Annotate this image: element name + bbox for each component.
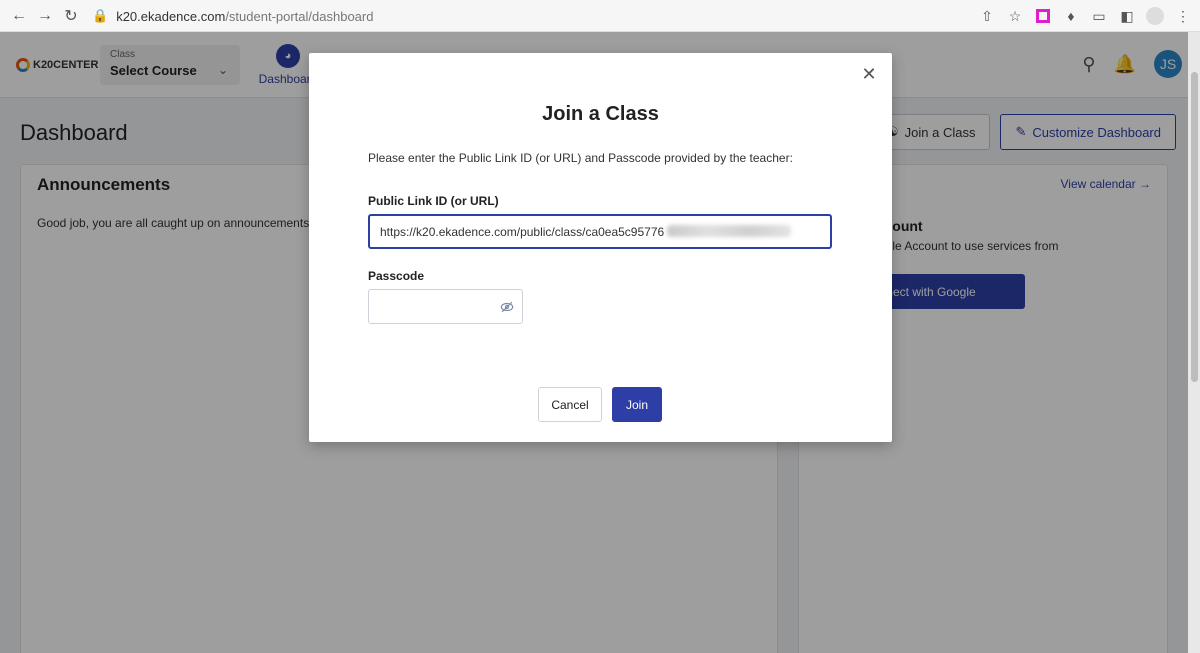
close-icon[interactable]: ✕ bbox=[858, 63, 880, 85]
kebab-menu-icon[interactable]: ⋮ bbox=[1174, 7, 1192, 25]
eye-slash-icon[interactable] bbox=[500, 300, 514, 314]
url-host: k20.ekadence.com bbox=[116, 8, 226, 24]
scrollbar-thumb[interactable] bbox=[1191, 72, 1198, 382]
modal-instructions: Please enter the Public Link ID (or URL)… bbox=[368, 151, 793, 165]
star-icon[interactable]: ☆ bbox=[1006, 7, 1024, 25]
url-path: /student-portal/dashboard bbox=[225, 8, 374, 24]
join-class-modal: ✕ Join a Class Please enter the Public L… bbox=[309, 53, 892, 442]
share-icon[interactable]: ⇧ bbox=[978, 7, 996, 25]
sidebar-icon[interactable]: ◧ bbox=[1118, 7, 1136, 25]
redacted-text-blur bbox=[667, 225, 791, 237]
cancel-button[interactable]: Cancel bbox=[538, 387, 602, 422]
lock-icon: 🔒 bbox=[92, 8, 109, 23]
reload-icon[interactable]: ↻ bbox=[58, 3, 84, 29]
address-bar[interactable]: 🔒 k20.ekadence.com/student-portal/dashbo… bbox=[92, 4, 373, 28]
browser-toolbar: ← → ↻ 🔒 k20.ekadence.com/student-portal/… bbox=[0, 0, 1200, 32]
join-button[interactable]: Join bbox=[612, 387, 662, 422]
puzzle-icon[interactable]: ♦ bbox=[1062, 7, 1080, 25]
back-arrow-icon[interactable]: ← bbox=[6, 3, 32, 29]
cast-icon[interactable]: ▭ bbox=[1090, 7, 1108, 25]
forward-arrow-icon[interactable]: → bbox=[32, 3, 58, 29]
modal-title: Join a Class bbox=[542, 103, 659, 125]
passcode-label: Passcode bbox=[368, 269, 425, 283]
extension-pink-icon[interactable] bbox=[1034, 7, 1052, 25]
link-id-label: Public Link ID (or URL) bbox=[368, 194, 499, 208]
page-scrollbar[interactable] bbox=[1188, 32, 1200, 653]
profile-avatar-icon[interactable] bbox=[1146, 7, 1164, 25]
